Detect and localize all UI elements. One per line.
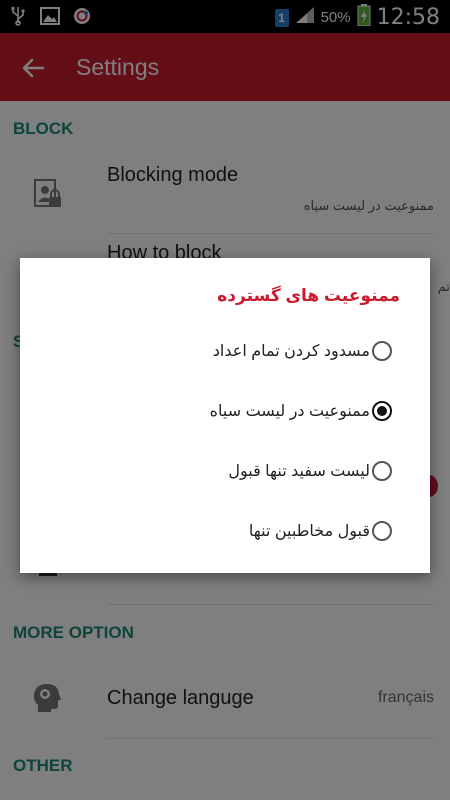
option-label: قبول مخاطبین تنها [248,523,370,540]
option-label: لیست سفید تنها قبول [228,463,370,480]
option-blacklist[interactable]: ممنوعیت در لیست سیاه [20,388,430,438]
dialog-title: ممنوعیت های گسترده [217,286,400,305]
option-label: ممنوعیت در لیست سیاه [209,403,370,420]
option-contacts-only[interactable]: قبول مخاطبین تنها [20,508,430,558]
radio-button[interactable] [372,461,392,481]
radio-button[interactable] [372,521,392,541]
blocking-mode-dialog: ممنوعیت های گسترده مسدود کردن تمام اعداد… [20,258,430,573]
option-block-all[interactable]: مسدود کردن تمام اعداد [20,328,430,378]
radio-button[interactable] [372,341,392,361]
option-label: مسدود کردن تمام اعداد [212,343,370,360]
option-whitelist[interactable]: لیست سفید تنها قبول [20,448,430,498]
radio-button-selected[interactable] [372,401,392,421]
